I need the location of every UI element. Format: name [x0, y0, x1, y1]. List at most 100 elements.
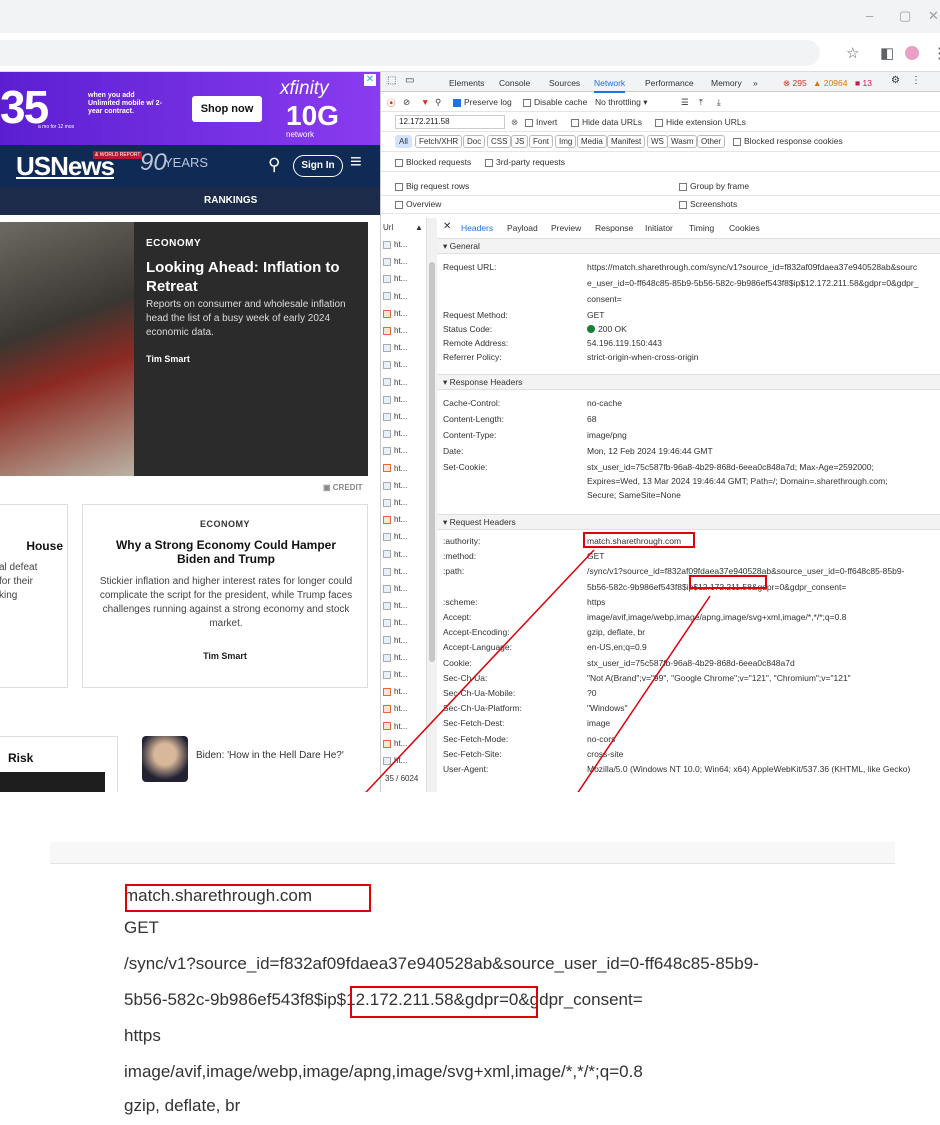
- tab-elements[interactable]: Elements: [449, 78, 484, 88]
- warning-count[interactable]: ▲ 20964: [813, 78, 847, 88]
- request-row[interactable]: ht...: [383, 274, 407, 283]
- article-card-right[interactable]: ECONOMY Why a Strong Economy Could Hampe…: [82, 504, 368, 688]
- hide-extension-urls-checkbox[interactable]: Hide extension URLs: [655, 117, 746, 127]
- record-icon[interactable]: ⦿: [387, 97, 396, 109]
- ad-close-icon[interactable]: ✕: [364, 74, 376, 86]
- scrollbar-thumb[interactable]: [429, 262, 435, 662]
- sort-arrow-icon[interactable]: ▲: [415, 223, 423, 232]
- search-network-icon[interactable]: ⚲: [435, 97, 441, 108]
- detail-tab-headers[interactable]: Headers: [461, 223, 493, 233]
- close-icon[interactable]: ✕: [928, 8, 939, 24]
- biden-thumbnail[interactable]: [142, 736, 188, 782]
- chip-js[interactable]: JS: [511, 135, 529, 148]
- request-row[interactable]: ht...: [383, 601, 407, 610]
- third-party-checkbox[interactable]: 3rd-party requests: [485, 157, 565, 167]
- detail-tab-initiator[interactable]: Initiator: [645, 223, 673, 233]
- hero-title[interactable]: Looking Ahead: Inflation to Retreat: [146, 258, 361, 296]
- request-row[interactable]: ht...: [383, 756, 407, 765]
- request-row[interactable]: ht...: [383, 360, 407, 369]
- chip-css[interactable]: CSS: [487, 135, 512, 148]
- maximize-icon[interactable]: ▢: [899, 8, 911, 24]
- request-row[interactable]: ht...: [383, 309, 407, 318]
- request-row[interactable]: ht...: [383, 257, 407, 266]
- overview-checkbox[interactable]: Overview: [395, 199, 441, 209]
- bookmark-star-icon[interactable]: ☆: [846, 44, 859, 62]
- blocked-cookies-checkbox[interactable]: Blocked response cookies: [733, 136, 843, 146]
- request-headers-section-header[interactable]: ▾ Request Headers: [437, 514, 940, 530]
- request-row[interactable]: ht...: [383, 378, 407, 387]
- tab-more[interactable]: »: [753, 78, 758, 88]
- card-right-byline[interactable]: Tim Smart: [83, 651, 367, 661]
- card-right-title[interactable]: Why a Strong Economy Could Hamper Biden …: [99, 538, 353, 566]
- request-row[interactable]: ht...: [383, 687, 407, 696]
- chip-other[interactable]: Other: [697, 135, 726, 148]
- chip-all[interactable]: All: [395, 135, 412, 148]
- blocked-requests-checkbox[interactable]: Blocked requests: [395, 157, 471, 167]
- hamburger-menu-icon[interactable]: ≡: [350, 151, 362, 174]
- filter-input[interactable]: 12.172.211.58: [395, 115, 505, 129]
- big-rows-checkbox[interactable]: Big request rows: [395, 181, 469, 191]
- request-row[interactable]: ht...: [383, 670, 407, 679]
- request-row[interactable]: ht...: [383, 429, 407, 438]
- hero-article[interactable]: ECONOMY Looking Ahead: Inflation to Retr…: [0, 222, 368, 476]
- request-row[interactable]: ht...: [383, 618, 407, 627]
- request-row[interactable]: ht...: [383, 515, 407, 524]
- tab-performance[interactable]: Performance: [645, 78, 694, 88]
- profile-avatar[interactable]: [905, 46, 919, 60]
- tab-sources[interactable]: Sources: [549, 78, 580, 88]
- detail-tab-response[interactable]: Response: [595, 223, 633, 233]
- menu-kebab-icon[interactable]: ⋮: [932, 44, 940, 62]
- nav-rankings[interactable]: RANKINGS: [204, 195, 257, 206]
- request-row[interactable]: ht...: [383, 704, 407, 713]
- chip-wasm[interactable]: Wasm: [667, 135, 698, 148]
- biden-headline[interactable]: Biden: 'How in the Hell Dare He?': [196, 750, 344, 761]
- request-row[interactable]: ht...: [383, 481, 407, 490]
- risk-headline[interactable]: Risk: [8, 751, 33, 765]
- search-icon[interactable]: ⚲: [268, 155, 280, 175]
- group-by-frame-checkbox[interactable]: Group by frame: [679, 181, 749, 191]
- general-section-header[interactable]: ▾ General: [437, 238, 940, 254]
- request-row[interactable]: ht...: [383, 464, 407, 473]
- tab-network[interactable]: Network: [594, 78, 626, 93]
- xfinity-ad-banner[interactable]: 35 a mo for 12 mos when you add Unlimite…: [0, 72, 380, 145]
- sign-in-button[interactable]: Sign In: [293, 155, 343, 177]
- request-row[interactable]: ht...: [383, 584, 407, 593]
- inspect-icon[interactable]: ⬚: [387, 75, 396, 86]
- export-har-icon[interactable]: ⤓: [717, 97, 721, 108]
- response-headers-section-header[interactable]: ▾ Response Headers: [437, 374, 940, 390]
- request-row[interactable]: ht...: [383, 532, 407, 541]
- request-row[interactable]: ht...: [383, 498, 407, 507]
- screenshots-checkbox[interactable]: Screenshots: [679, 199, 737, 209]
- clear-icon[interactable]: ⊘: [403, 97, 410, 108]
- request-row[interactable]: ht...: [383, 653, 407, 662]
- request-row[interactable]: ht...: [383, 395, 407, 404]
- request-row[interactable]: ht...: [383, 412, 407, 421]
- import-har-icon[interactable]: ⤒: [699, 97, 703, 108]
- detail-tab-timing[interactable]: Timing: [689, 223, 714, 233]
- request-row[interactable]: ht...: [383, 739, 407, 748]
- request-row[interactable]: ht...: [383, 292, 407, 301]
- chip-fetch-xhr[interactable]: Fetch/XHR: [415, 135, 463, 148]
- tab-memory[interactable]: Memory: [711, 78, 742, 88]
- devtools-menu-icon[interactable]: ⋮: [911, 75, 921, 86]
- disable-cache-checkbox[interactable]: Disable cache: [523, 97, 587, 107]
- request-row[interactable]: ht...: [383, 326, 407, 335]
- minimize-icon[interactable]: –: [866, 8, 873, 23]
- clear-filter-icon[interactable]: ⊗: [511, 117, 518, 128]
- device-toolbar-icon[interactable]: ▭: [405, 75, 414, 86]
- hero-byline[interactable]: Tim Smart: [146, 354, 190, 364]
- network-conditions-icon[interactable]: ☰: [681, 97, 689, 108]
- throttling-select[interactable]: No throttling ▾: [595, 97, 647, 108]
- close-detail-icon[interactable]: ✕: [443, 221, 451, 232]
- side-panel-icon[interactable]: ◧: [880, 44, 894, 62]
- detail-tab-preview[interactable]: Preview: [551, 223, 581, 233]
- chip-font[interactable]: Font: [529, 135, 554, 148]
- chip-img[interactable]: Img: [555, 135, 577, 148]
- article-card-left[interactable]: House al defeat for their king: [0, 504, 68, 688]
- chip-ws[interactable]: WS: [647, 135, 668, 148]
- detail-tab-payload[interactable]: Payload: [507, 223, 538, 233]
- invert-checkbox[interactable]: Invert: [525, 117, 557, 127]
- url-column-header[interactable]: Url: [383, 223, 393, 232]
- tab-console[interactable]: Console: [499, 78, 530, 88]
- request-row[interactable]: ht...: [383, 343, 407, 352]
